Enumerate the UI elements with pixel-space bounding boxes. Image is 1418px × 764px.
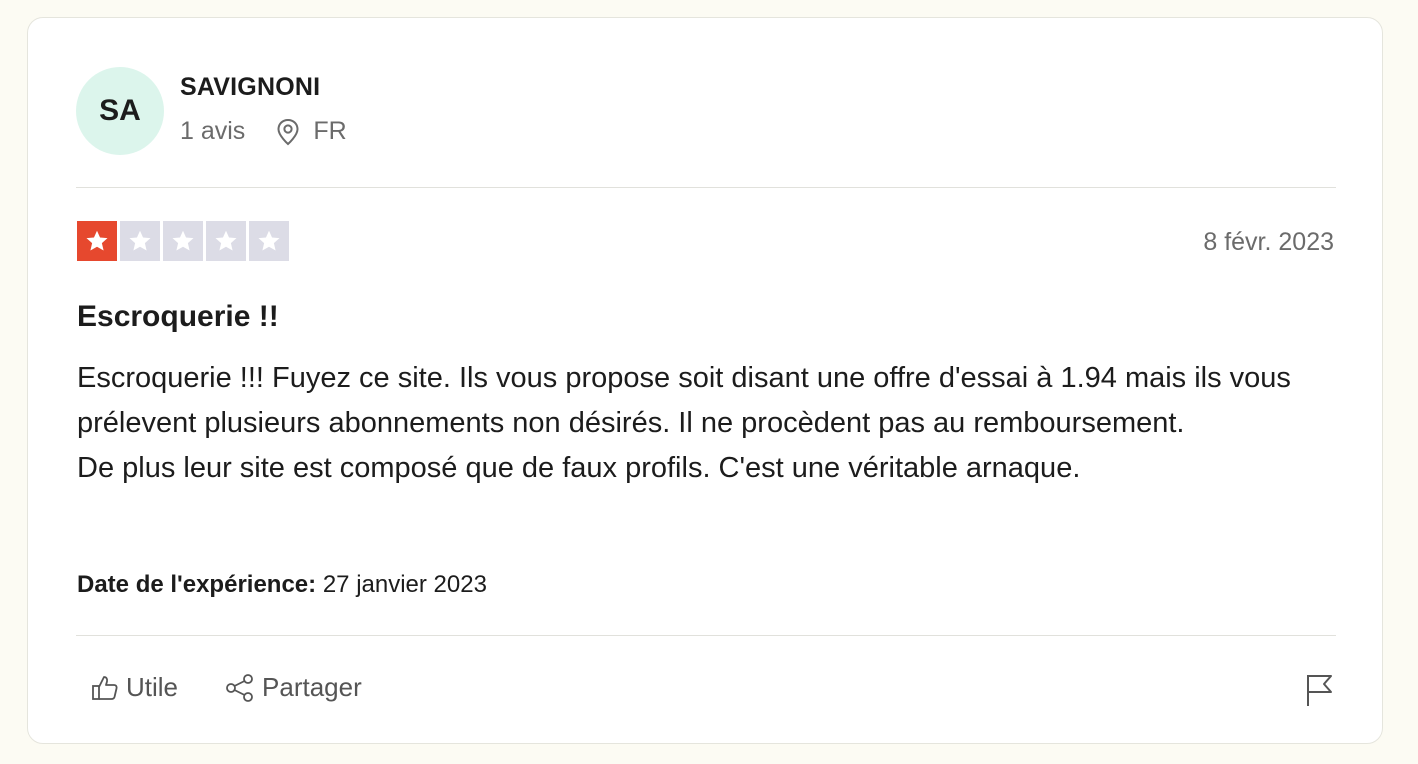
star-icon [206,221,246,261]
useful-button[interactable]: Utile [90,672,178,703]
review-date: 8 févr. 2023 [1203,228,1334,256]
share-icon [226,673,253,702]
share-label: Partager [262,672,362,702]
thumbs-up-icon [92,675,118,700]
flag-icon [1307,675,1332,706]
reviewer-name[interactable]: SAVIGNONI [180,73,320,102]
review-actions: Utile Partager [90,672,362,703]
reviewer-location: FR [275,117,347,146]
reviewer-meta: 1 avis FR [180,117,347,146]
review-card: SA SAVIGNONI 1 avis FR 8 févr. 2023 Escr… [27,17,1383,744]
star-icon [249,221,289,261]
useful-label: Utile [126,672,179,702]
footer-divider [76,635,1336,636]
experience-date: Date de l'expérience: 27 janvier 2023 [77,571,487,599]
country-code: FR [313,117,347,145]
review-paragraph: De plus leur site est composé que de fau… [77,452,1081,484]
map-pin-icon [277,118,299,145]
review-title[interactable]: Escroquerie !! [77,300,279,334]
star-icon [163,221,203,261]
reviews-count: 1 avis [180,117,246,145]
star-icon [77,221,117,261]
star-rating [77,221,289,261]
experience-label: Date de l'expérience: [77,571,317,598]
header-divider [76,187,1336,188]
experience-value: 27 janvier 2023 [322,571,487,598]
report-button[interactable] [1304,673,1334,712]
review-paragraph: Escroquerie !!! Fuyez ce site. Ils vous … [77,362,1291,439]
share-button[interactable]: Partager [224,672,362,703]
star-icon [120,221,160,261]
avatar[interactable]: SA [76,67,164,155]
review-body: Escroquerie !!! Fuyez ce site. Ils vous … [77,356,1347,491]
